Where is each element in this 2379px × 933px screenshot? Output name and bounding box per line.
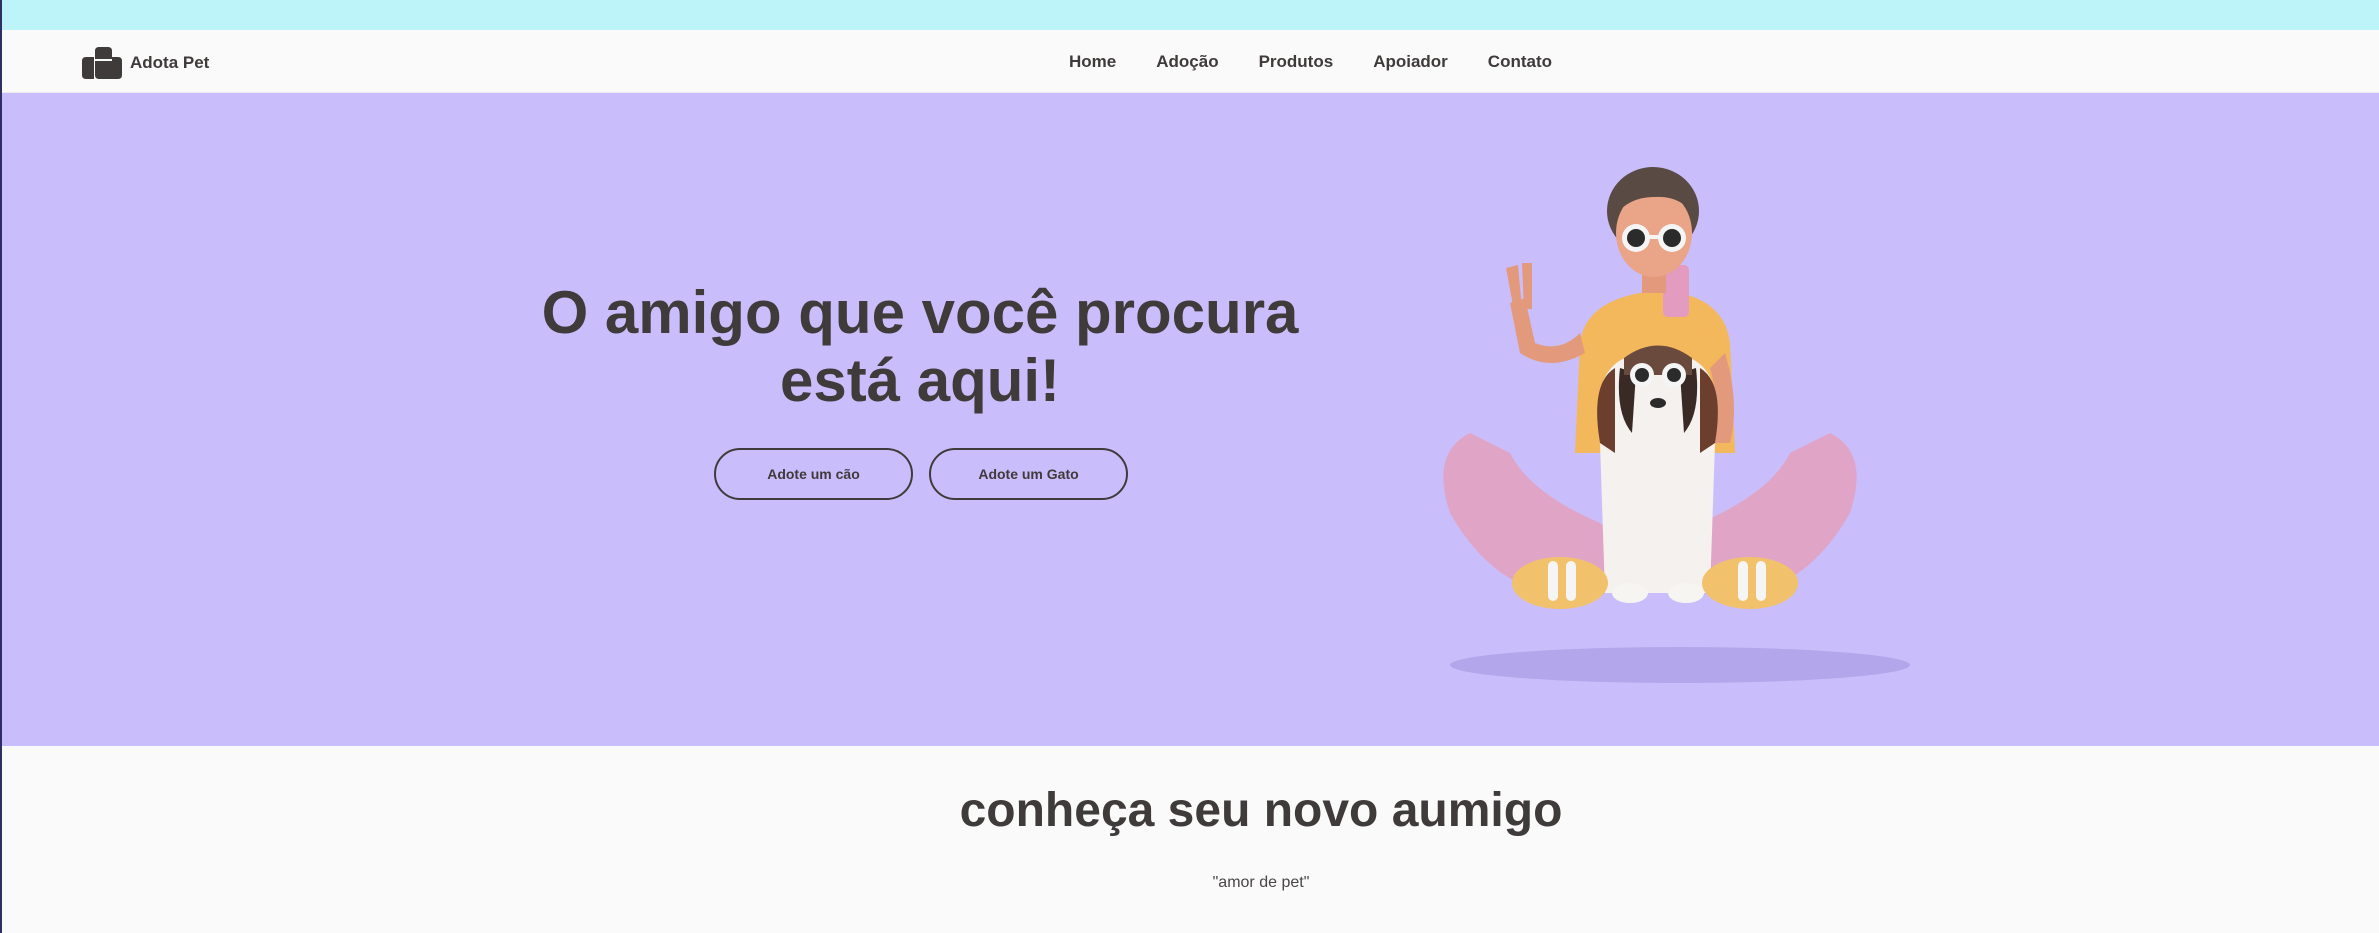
section-quote: "amor de pet" [1212, 874, 1310, 891]
navbar: Adota Pet Home Adoção Produtos Apoiador … [0, 30, 2379, 93]
person-with-dog-illustration [1443, 167, 1910, 683]
hero-section: O amigo que você procura está aqui! Adot… [0, 93, 2379, 746]
nav-item-adocao[interactable]: Adoção [1156, 52, 1218, 72]
nav-item-apoiador[interactable]: Apoiador [1373, 52, 1448, 72]
hero-buttons: Adote um cão Adote um Gato [714, 448, 1128, 500]
nav-item-produtos[interactable]: Produtos [1259, 52, 1334, 72]
paw-logo-icon [82, 47, 122, 79]
brand-name: Adota Pet [130, 53, 210, 72]
hero-title: O amigo que você procura está aqui! [520, 279, 1320, 415]
hero-title-line-1: O amigo que você procura [541, 279, 1299, 346]
nav-item-home[interactable]: Home [1069, 52, 1116, 72]
main-nav: Home Adoção Produtos Apoiador Contato [1069, 52, 1552, 72]
top-strip [0, 0, 2379, 30]
brand-logo[interactable]: Adota Pet [82, 47, 209, 79]
nav-item-contato[interactable]: Contato [1488, 52, 1552, 72]
window-frame [0, 0, 2, 933]
hero-title-line-2: está aqui! [779, 347, 1061, 414]
adopt-cat-button[interactable]: Adote um Gato [929, 448, 1128, 500]
section-title: conheça seu novo aumigo [959, 784, 1563, 837]
adopt-dog-button[interactable]: Adote um cão [714, 448, 913, 500]
